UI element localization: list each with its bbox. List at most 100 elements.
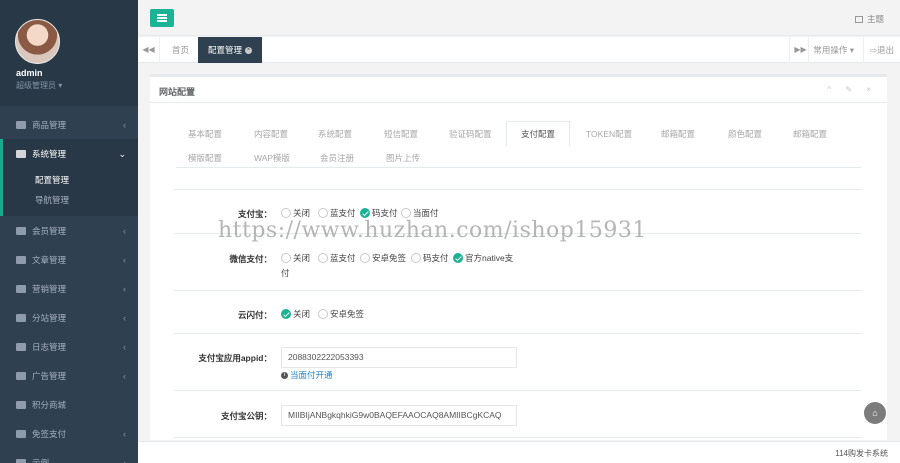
theme-label: 主题: [866, 14, 884, 24]
sidebar-item-logs[interactable]: 日志管理 ‹: [0, 332, 138, 361]
chevron-left-icon: ‹: [123, 313, 126, 323]
tab-captcha[interactable]: 验证码配置: [449, 128, 492, 140]
alipay-option-off[interactable]: 关闭: [281, 207, 310, 219]
tab-mail-2[interactable]: 邮箱配置: [793, 128, 827, 140]
cart-icon: [16, 400, 26, 409]
top-bar: 主题: [138, 0, 900, 36]
logout-icon: ⇨: [869, 45, 877, 55]
tab-member-register[interactable]: 会员注册: [320, 152, 354, 164]
f2f-open-link[interactable]: i 当面付开通: [281, 369, 333, 381]
alipay-option-code[interactable]: 码支付: [360, 207, 398, 219]
alipay-option-lan[interactable]: 蓝支付: [318, 207, 356, 219]
wechat-option-android[interactable]: 安卓免签: [360, 252, 406, 264]
tab-image-upload[interactable]: 图片上传: [386, 152, 420, 164]
tab-sms[interactable]: 短信配置: [384, 128, 418, 140]
alipay-option-f2f[interactable]: 当面付: [401, 207, 439, 219]
alipay-label: 支付宝：: [237, 209, 272, 219]
config-tabs: 基本配置 内容配置 系统配置 短信配置 验证码配置 支付配置 TOKEN配置 邮…: [176, 121, 861, 168]
tab-label: 配置管理: [208, 45, 243, 55]
tab-mail[interactable]: 邮箱配置: [661, 128, 695, 140]
submenu-item-nav[interactable]: 导航管理: [3, 190, 138, 210]
option-label: 码支付: [372, 208, 398, 218]
pubkey-label: 支付宝公钥：: [220, 411, 272, 421]
tab-color[interactable]: 颜色配置: [728, 128, 762, 140]
radio-circle: [411, 253, 421, 263]
sidebar-item-example[interactable]: 示例 ‹: [0, 448, 138, 463]
card-icon: [16, 429, 26, 438]
radio-circle: [281, 253, 291, 263]
theme-icon: [854, 15, 863, 23]
tab-system[interactable]: 系统配置: [318, 128, 352, 140]
wechat-option-wrap: 付: [281, 268, 290, 278]
menu-toggle-button[interactable]: [150, 9, 174, 27]
sidebar-item-label: 广告管理: [32, 370, 67, 381]
sidebar-item-substations[interactable]: 分站管理 ‹: [0, 303, 138, 332]
wechat-option-off[interactable]: 关闭: [281, 252, 310, 264]
radio-circle: [318, 253, 328, 263]
theme-button[interactable]: 主题: [854, 13, 884, 25]
cloudpay-option-off[interactable]: 关闭: [281, 308, 310, 320]
tab-scroll-left-button[interactable]: ◀◀: [138, 37, 160, 63]
cloudpay-label: 云闪付：: [237, 310, 272, 320]
radio-circle: [318, 208, 328, 218]
config-panel: 网站配置 ^ ✎ × 基本配置 内容配置 系统配置 短信配置 验证码配置 支付配…: [150, 74, 887, 440]
wechat-option-code[interactable]: 码支付: [411, 252, 449, 264]
sidebar-item-points-mall[interactable]: 积分商城: [0, 390, 138, 419]
chevron-left-icon: ‹: [123, 342, 126, 352]
option-label: 蓝支付: [330, 253, 356, 263]
sidebar-item-label: 系统管理: [32, 148, 67, 159]
sidebar-item-goods[interactable]: 商品管理 ‹: [0, 110, 138, 139]
radio-circle: [360, 253, 370, 263]
sidebar-item-marketing[interactable]: 营销管理 ‹: [0, 274, 138, 303]
users-icon: [16, 226, 26, 235]
divider: [174, 290, 861, 291]
sidebar-item-free-pay[interactable]: 免签支付 ‹: [0, 419, 138, 448]
common-ops-dropdown[interactable]: 常用操作 ▾: [808, 37, 858, 63]
sidebar-item-label: 会员管理: [32, 225, 67, 236]
sidebar-item-label: 日志管理: [32, 341, 67, 352]
divider: [174, 437, 861, 438]
tab-token[interactable]: TOKEN配置: [586, 128, 632, 140]
sidebar-item-articles[interactable]: 文章管理 ‹: [0, 245, 138, 274]
tab-basic[interactable]: 基本配置: [188, 128, 222, 140]
sidebar-item-members[interactable]: 会员管理 ‹: [0, 216, 138, 245]
tab-payment[interactable]: 支付配置: [506, 121, 571, 147]
wechat-option-native[interactable]: 官方native支: [453, 252, 513, 264]
chevron-left-icon: ‹: [123, 226, 126, 236]
sidebar-item-label: 商品管理: [32, 119, 67, 130]
option-label: 关闭: [293, 208, 311, 218]
submenu-item-config[interactable]: 配置管理: [3, 170, 138, 190]
profile-area: admin 超级管理员 ▾: [0, 0, 138, 106]
radio-checked-icon: [281, 309, 291, 319]
cloudpay-option-android[interactable]: 安卓免签: [318, 308, 364, 320]
pie-chart-icon: [16, 284, 26, 293]
appid-input[interactable]: 2088302222053393: [281, 347, 517, 368]
logout-button[interactable]: ⇨退出: [862, 37, 900, 63]
wechat-option-lan[interactable]: 蓝支付: [318, 252, 356, 264]
radio-circle: [318, 309, 328, 319]
info-icon: i: [281, 371, 288, 379]
pubkey-input[interactable]: MIIBIjANBgkqhkiG9w0BAQEFAAOCAQ8AMIIBCgKC…: [281, 405, 517, 426]
option-label: 当面付: [413, 208, 439, 218]
log-icon: [16, 342, 26, 351]
divider: [174, 333, 861, 334]
avatar[interactable]: [15, 19, 60, 64]
image-icon: [16, 371, 26, 380]
radio-checked-icon: [453, 253, 463, 263]
chevron-left-icon: ‹: [123, 120, 126, 130]
radio-circle: [401, 208, 411, 218]
user-role-dropdown[interactable]: 超级管理员 ▾: [16, 80, 62, 91]
tab-config-manage[interactable]: 配置管理 ×: [198, 37, 263, 63]
sidebar-item-ads[interactable]: 广告管理 ‹: [0, 361, 138, 390]
close-icon[interactable]: ×: [245, 47, 253, 55]
tab-content[interactable]: 内容配置: [254, 128, 288, 140]
panel-tools[interactable]: ^ ✎ ×: [827, 85, 877, 94]
appid-label: 支付宝应用appid：: [198, 353, 272, 363]
option-label: 码支付: [423, 253, 449, 263]
sidebar-item-system[interactable]: 系统管理 ⌄: [0, 139, 138, 168]
tab-wap-template[interactable]: WAP模版: [254, 152, 290, 164]
tab-template[interactable]: 模版配置: [188, 152, 222, 164]
tab-home[interactable]: 首页: [162, 37, 201, 63]
home-float-button[interactable]: ⌂: [864, 402, 886, 424]
hamburger-icon: [157, 14, 167, 16]
